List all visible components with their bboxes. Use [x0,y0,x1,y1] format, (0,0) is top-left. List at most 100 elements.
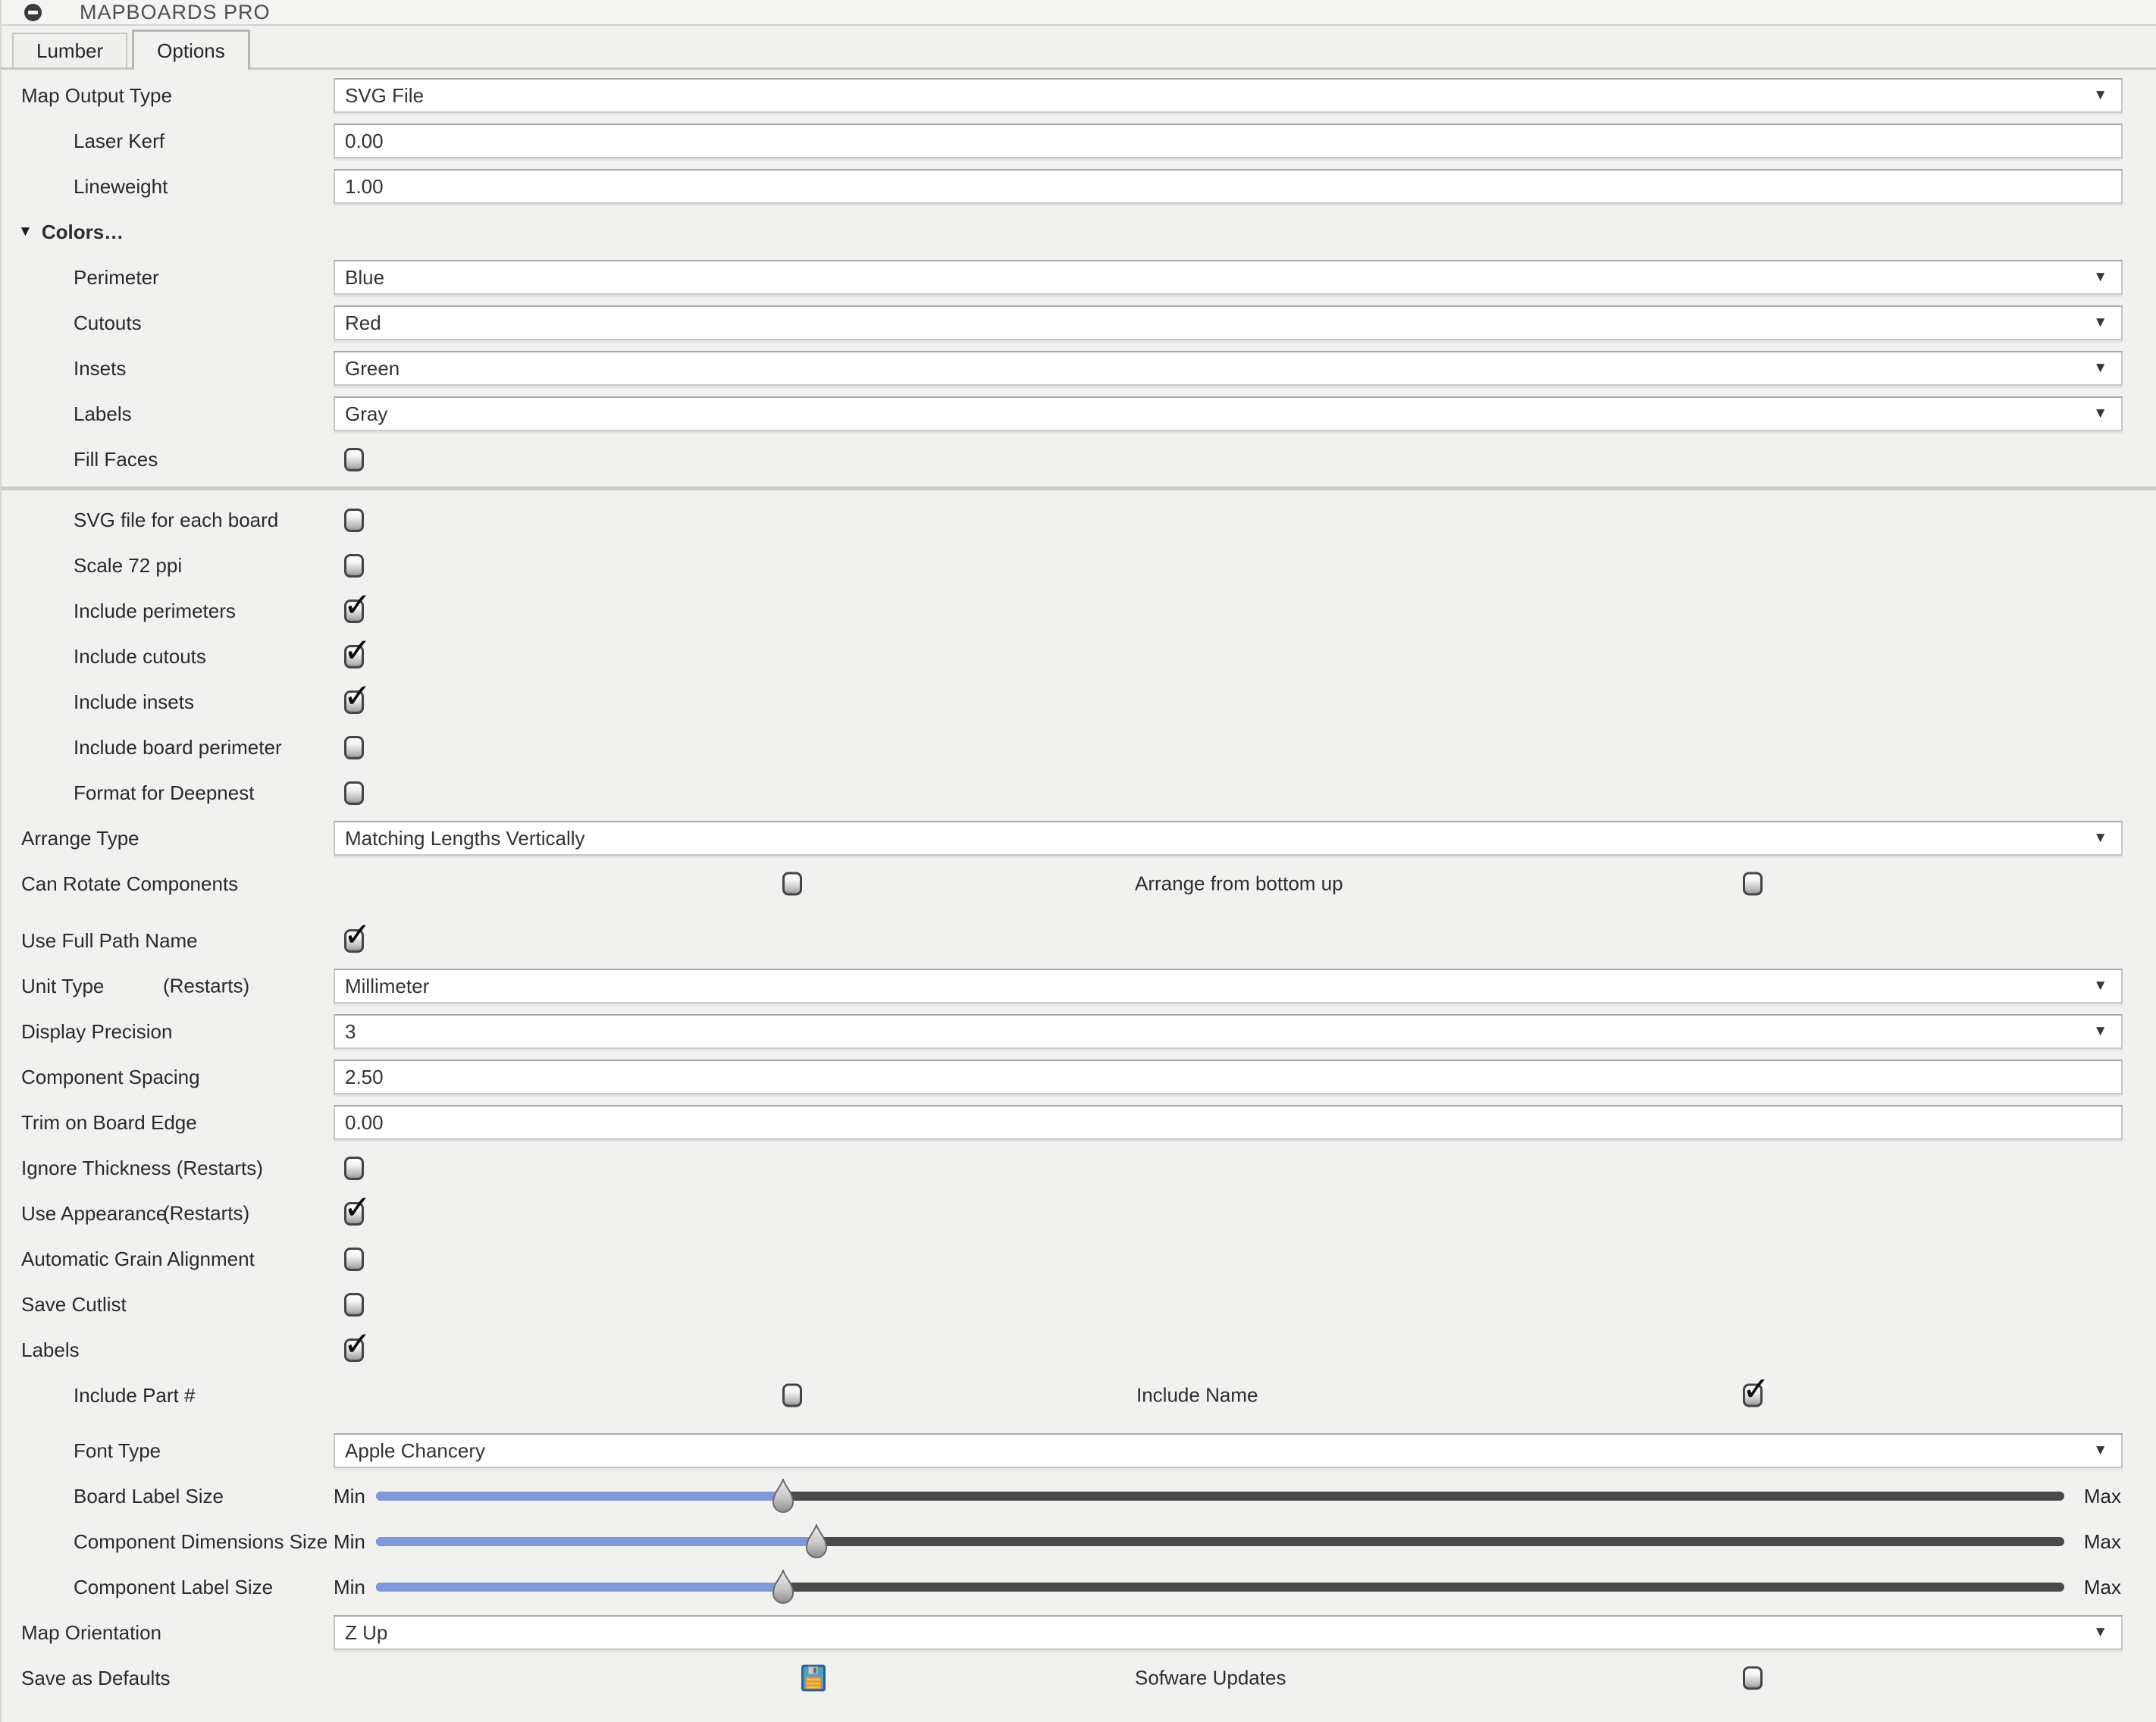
font-type-label: Font Type [2,1439,334,1463]
row-board-label-size: Board Label Size Min Max [2,1473,2156,1519]
chevron-down-icon: ▼ [2093,315,2107,331]
use-full-path-checkbox[interactable]: ✓ [344,929,364,953]
arrange-type-label: Arrange Type [2,827,334,850]
unit-type-label: Unit Type (Restarts) [2,975,334,998]
chevron-down-icon: ▼ [2093,1023,2107,1040]
use-appearance-checkbox[interactable]: ✓ [344,1202,364,1226]
use-appearance-label-text: Use Appearance [21,1202,167,1225]
component-spacing-input[interactable]: 2.50 [334,1060,2123,1094]
include-board-perimeter-checkbox[interactable] [344,736,364,759]
row-insets-color: Insets Green ▼ [2,346,2156,391]
labels-color-value: Gray [345,402,387,426]
include-cutouts-checkbox[interactable]: ✓ [344,645,364,668]
chevron-down-icon: ▼ [2093,269,2107,286]
slider-thumb[interactable] [805,1524,828,1560]
insets-label: Insets [2,357,334,380]
trim-board-edge-input[interactable]: 0.00 [334,1105,2123,1140]
check-icon: ✓ [343,589,371,622]
display-precision-dropdown[interactable]: 3 ▼ [334,1014,2123,1049]
max-label: Max [2084,1576,2121,1599]
lineweight-value: 1.00 [345,175,384,199]
labels-master-checkbox[interactable]: ✓ [344,1338,364,1362]
minus-circle-icon[interactable] [24,4,42,21]
scale-72-label: Scale 72 ppi [2,554,334,578]
check-icon: ✓ [343,919,371,952]
auto-grain-checkbox[interactable] [344,1248,364,1271]
include-insets-checkbox[interactable]: ✓ [344,690,364,714]
include-name-checkbox[interactable]: ✓ [1743,1384,1763,1407]
window-title: MAPBOARDS PRO [80,1,271,24]
map-orientation-dropdown[interactable]: Z Up ▼ [334,1615,2123,1650]
row-map-output-type: Map Output Type SVG File ▼ [2,73,2156,118]
laser-kerf-input[interactable]: 0.00 [334,124,2123,158]
row-include-perimeters: Include perimeters ✓ [2,588,2156,634]
laser-kerf-value: 0.00 [345,130,384,153]
font-type-dropdown[interactable]: Apple Chancery ▼ [334,1433,2123,1468]
min-label: Min [334,1485,365,1508]
disclosure-triangle-icon: ▼ [18,224,33,240]
floppy-disk-icon[interactable] [801,1665,826,1692]
chevron-down-icon: ▼ [2093,360,2107,377]
row-include-part: Include Part # Include Name ✓ [2,1373,2156,1418]
save-cutlist-checkbox[interactable] [344,1293,364,1317]
tab-options[interactable]: Options [132,30,250,70]
row-use-full-path: Use Full Path Name ✓ [2,918,2156,963]
row-auto-grain: Automatic Grain Alignment [2,1236,2156,1282]
row-format-deepnest: Format for Deepnest [2,770,2156,816]
slider-thumb[interactable] [772,1570,794,1605]
board-label-size-slider[interactable] [376,1492,2064,1501]
row-include-cutouts: Include cutouts ✓ [2,634,2156,679]
check-icon: ✓ [1742,1373,1770,1407]
row-labels-color: Labels Gray ▼ [2,391,2156,437]
labels-color-dropdown[interactable]: Gray ▼ [334,396,2123,431]
row-save-cutlist: Save Cutlist [2,1282,2156,1327]
laser-kerf-label: Laser Kerf [2,130,334,153]
colors-section-toggle[interactable]: ▼ Colors… [2,221,124,244]
max-label: Max [2084,1485,2121,1508]
row-scale-72: Scale 72 ppi [2,543,2156,588]
chevron-down-icon: ▼ [2093,87,2107,104]
font-type-value: Apple Chancery [345,1439,485,1463]
check-icon: ✓ [343,1328,371,1361]
format-deepnest-checkbox[interactable] [344,781,364,805]
row-map-orientation: Map Orientation Z Up ▼ [2,1610,2156,1655]
slider-thumb[interactable] [772,1479,794,1514]
display-precision-value: 3 [345,1020,356,1044]
component-dim-size-label: Component Dimensions Size [2,1530,334,1554]
include-part-checkbox[interactable] [782,1384,802,1407]
title-bar: MAPBOARDS PRO [2,0,2156,26]
section-divider [2,487,2156,490]
can-rotate-checkbox[interactable] [782,872,802,896]
include-perimeters-checkbox[interactable]: ✓ [344,600,364,623]
ignore-thickness-checkbox[interactable] [344,1157,364,1180]
map-output-type-dropdown[interactable]: SVG File ▼ [334,78,2123,113]
fill-faces-checkbox[interactable] [344,448,364,471]
mapboards-pro-window: MAPBOARDS PRO Lumber Options Map Output … [0,0,2156,1722]
arrange-bottom-up-checkbox[interactable] [1743,872,1763,896]
tab-lumber[interactable]: Lumber [12,33,127,67]
scale-72-checkbox[interactable] [344,554,364,578]
perimeter-color-dropdown[interactable]: Blue ▼ [334,260,2123,295]
insets-color-dropdown[interactable]: Green ▼ [334,351,2123,386]
trim-board-edge-label: Trim on Board Edge [2,1111,334,1135]
map-orientation-label: Map Orientation [2,1621,334,1645]
lineweight-input[interactable]: 1.00 [334,169,2123,204]
row-labels-master: Labels ✓ [2,1327,2156,1373]
row-lineweight: Lineweight 1.00 [2,164,2156,209]
row-include-board-perimeter: Include board perimeter [2,725,2156,770]
arrange-type-dropdown[interactable]: Matching Lengths Vertically ▼ [334,821,2123,856]
row-arrange-type: Arrange Type Matching Lengths Vertically… [2,816,2156,861]
check-icon: ✓ [343,1191,371,1225]
perimeter-label: Perimeter [2,266,334,290]
row-component-dim-size: Component Dimensions Size Min Max [2,1519,2156,1564]
slider-fill [376,1537,816,1546]
arrange-type-value: Matching Lengths Vertically [345,827,585,850]
svg-each-board-checkbox[interactable] [344,509,364,532]
chevron-down-icon: ▼ [2093,1442,2107,1459]
unit-type-dropdown[interactable]: Millimeter ▼ [334,969,2123,1003]
component-label-size-slider[interactable] [376,1583,2064,1592]
component-dim-size-slider[interactable] [376,1537,2064,1546]
row-component-spacing: Component Spacing 2.50 [2,1054,2156,1100]
software-updates-checkbox[interactable] [1743,1667,1763,1690]
cutouts-color-dropdown[interactable]: Red ▼ [334,305,2123,340]
